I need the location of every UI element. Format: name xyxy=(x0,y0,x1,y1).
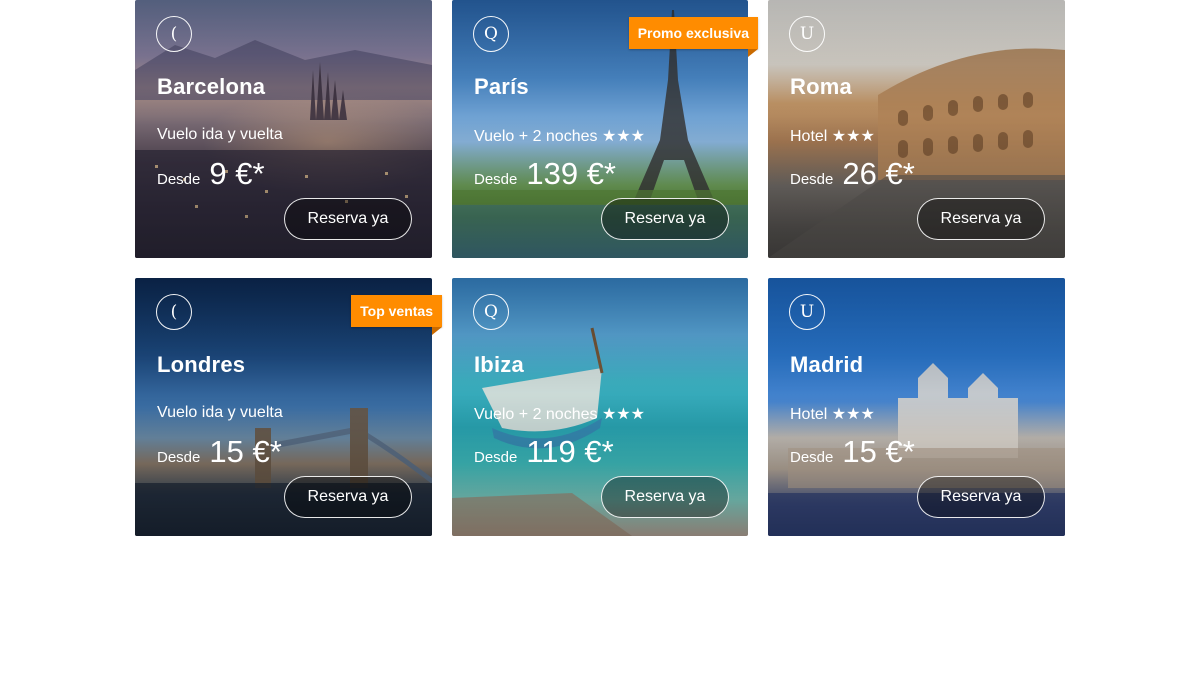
plane-icon: ( xyxy=(156,294,192,330)
price-prefix: Desde xyxy=(474,171,518,188)
card-subtitle: Vuelo ida y vuelta xyxy=(157,126,283,143)
card-subtitle: Vuelo ida y vuelta xyxy=(157,404,283,421)
price-prefix: Desde xyxy=(157,449,201,466)
destination-card-barcelona[interactable]: ( Barcelona Vuelo ida y vuelta Desde 9 €… xyxy=(135,0,432,258)
price-prefix: Desde xyxy=(790,449,834,466)
destination-grid: ( Barcelona Vuelo ida y vuelta Desde 9 €… xyxy=(135,0,1065,536)
card-subtitle: Hotel ★★★ xyxy=(790,128,875,145)
plane-hotel-icon: Q xyxy=(473,16,509,52)
book-now-button[interactable]: Reserva ya xyxy=(601,198,729,240)
price-row: Desde 119 €* xyxy=(474,434,614,470)
destination-card-paris[interactable]: Q Promo exclusiva París Vuelo + 2 noches… xyxy=(452,0,759,258)
destination-card-ibiza[interactable]: Q Ibiza Vuelo + 2 noches ★★★ Desde 119 €… xyxy=(452,278,748,536)
card-subtitle: Hotel ★★★ xyxy=(790,406,875,423)
destination-card-londres[interactable]: ( Top ventas Londres Vuelo ida y vuelta … xyxy=(135,278,442,536)
card-price: 26 €* xyxy=(842,156,915,191)
hotel-icon: U xyxy=(789,294,825,330)
top-sales-ribbon: Top ventas xyxy=(351,295,442,335)
price-row: Desde 15 €* xyxy=(790,434,915,470)
card-price: 9 €* xyxy=(209,156,265,191)
card-city: Roma xyxy=(790,74,852,99)
book-now-button[interactable]: Reserva ya xyxy=(601,476,729,518)
card-city: Barcelona xyxy=(157,74,266,99)
book-now-button[interactable]: Reserva ya xyxy=(917,198,1045,240)
card-price: 119 €* xyxy=(526,434,614,469)
destination-card-roma[interactable]: U Roma Hotel ★★★ Desde 26 €* Reserva ya xyxy=(768,0,1065,258)
card-price: 15 €* xyxy=(209,434,282,469)
card-price: 139 €* xyxy=(526,156,616,191)
card-city: Ibiza xyxy=(474,352,524,377)
plane-hotel-icon: Q xyxy=(473,294,509,330)
hotel-icon: U xyxy=(789,16,825,52)
promo-ribbon: Promo exclusiva xyxy=(628,17,759,57)
card-city: Madrid xyxy=(790,352,864,377)
price-prefix: Desde xyxy=(157,171,201,188)
price-prefix: Desde xyxy=(790,171,834,188)
book-now-button[interactable]: Reserva ya xyxy=(284,198,412,240)
card-city: París xyxy=(474,74,529,99)
plane-icon: ( xyxy=(156,16,192,52)
destination-card-madrid[interactable]: U Madrid Hotel ★★★ Desde 15 €* Reserva y… xyxy=(768,278,1065,536)
card-city: Londres xyxy=(157,352,246,377)
price-row: Desde 26 €* xyxy=(790,156,915,192)
price-prefix: Desde xyxy=(474,449,518,466)
card-subtitle: Vuelo + 2 noches ★★★ xyxy=(474,128,645,145)
card-subtitle: Vuelo + 2 noches ★★★ xyxy=(474,406,645,423)
price-row: Desde 15 €* xyxy=(157,434,282,470)
book-now-button[interactable]: Reserva ya xyxy=(284,476,412,518)
price-row: Desde 139 €* xyxy=(474,156,616,192)
book-now-button[interactable]: Reserva ya xyxy=(917,476,1045,518)
card-price: 15 €* xyxy=(842,434,915,469)
price-row: Desde 9 €* xyxy=(157,156,265,192)
